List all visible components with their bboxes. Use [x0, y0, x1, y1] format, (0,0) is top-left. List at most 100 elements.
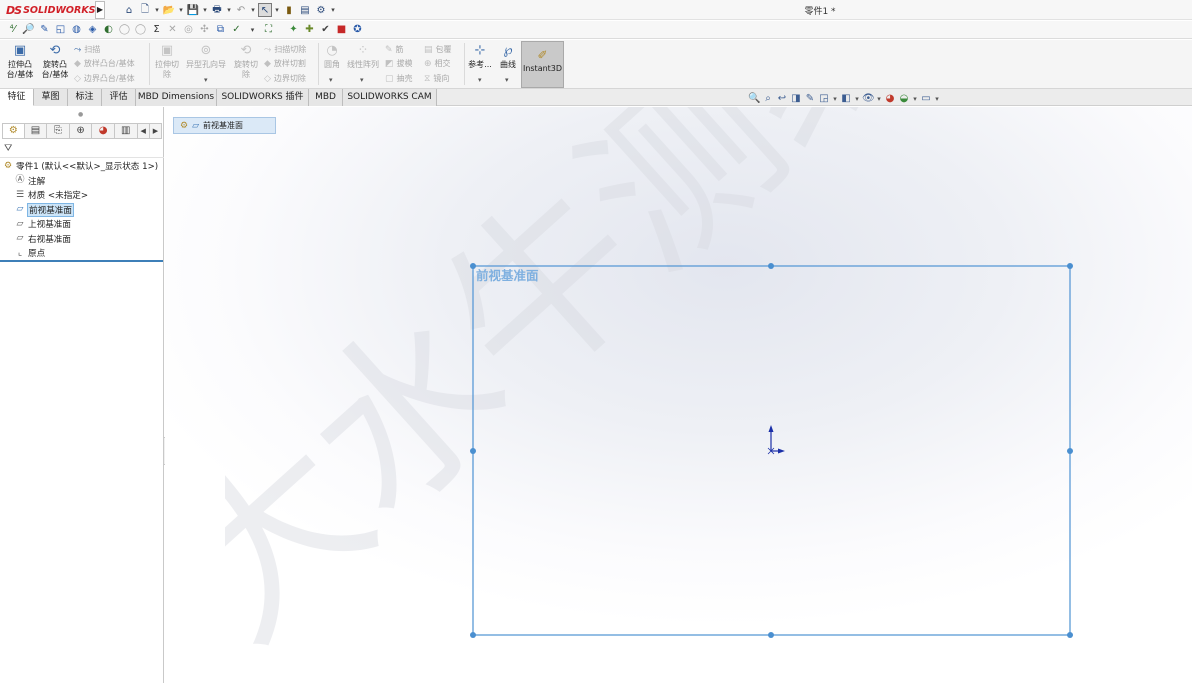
- draft-button[interactable]: ◩ 拔模: [385, 57, 413, 70]
- menu-expand-arrow-icon[interactable]: ▶: [95, 1, 105, 19]
- curves-dropdown-icon[interactable]: ▾: [505, 76, 509, 84]
- edit-appearance-icon[interactable]: ◕: [884, 93, 896, 105]
- pattern-dropdown-icon[interactable]: ▾: [360, 76, 364, 84]
- hide-show-dropdown-icon[interactable]: ▾: [876, 93, 882, 105]
- tab-features[interactable]: 特征: [0, 89, 34, 106]
- plane-handle[interactable]: [1067, 632, 1073, 638]
- design-library-icon[interactable]: ✦: [287, 23, 300, 36]
- shell-button[interactable]: ▢ 抽壳: [385, 72, 413, 85]
- options-icon[interactable]: ⚙: [314, 3, 328, 17]
- rib-button[interactable]: ✎ 筋: [385, 43, 404, 56]
- section-icon[interactable]: ◯: [134, 23, 147, 36]
- view-orientation-dropdown-icon[interactable]: ▾: [832, 93, 838, 105]
- appearance-icon[interactable]: ◐: [102, 23, 115, 36]
- plane-handle[interactable]: [1067, 263, 1073, 269]
- options-dropdown-icon[interactable]: ▾: [330, 3, 336, 17]
- home-icon[interactable]: ⌂: [122, 3, 136, 17]
- previous-view-icon[interactable]: ↩: [776, 93, 788, 105]
- smart-dimension-icon[interactable]: ⁴⁄: [6, 23, 19, 36]
- reference-dropdown-icon[interactable]: ▾: [478, 76, 482, 84]
- apply-scene-icon[interactable]: ◒: [898, 93, 910, 105]
- plane-handle[interactable]: [768, 632, 774, 638]
- print-dropdown-icon[interactable]: ▾: [226, 3, 232, 17]
- tool-icon-4[interactable]: ⧉: [214, 23, 227, 36]
- tab-solidworks-addins[interactable]: SOLIDWORKS 插件: [217, 89, 309, 106]
- view-icon[interactable]: ◱: [54, 23, 67, 36]
- new-dropdown-icon[interactable]: ▾: [154, 3, 160, 17]
- globe-icon[interactable]: ◍: [70, 23, 83, 36]
- mass-icon[interactable]: ◯: [118, 23, 131, 36]
- revolve-boss-button[interactable]: ⟲ 旋转凸 台/基体: [40, 42, 70, 87]
- sum-icon[interactable]: Σ: [150, 23, 163, 36]
- sketch-icon[interactable]: ✎: [38, 23, 51, 36]
- plane-handle[interactable]: [470, 263, 476, 269]
- toolbox-icon[interactable]: ✚: [303, 23, 316, 36]
- undo-dropdown-icon[interactable]: ▾: [250, 3, 256, 17]
- mirror-button[interactable]: ⧖ 镜向: [424, 72, 449, 85]
- instant3d-button[interactable]: ✐ Instant3D: [521, 41, 564, 88]
- tree-item-origin[interactable]: ⌞ 原点: [2, 246, 162, 261]
- fillet-dropdown-icon[interactable]: ▾: [329, 76, 333, 84]
- check-icon[interactable]: ✔: [319, 23, 332, 36]
- display-style-icon[interactable]: ◧: [840, 93, 852, 105]
- graphics-area[interactable]: 大水牛测绘 ⚙ ▱ 前视基准面 前视基准面: [165, 107, 1192, 683]
- undo-icon[interactable]: ↶: [234, 3, 248, 17]
- check-sheet-icon[interactable]: ⛶: [262, 23, 275, 36]
- new-document-icon[interactable]: 🗋: [138, 3, 152, 17]
- panel-grip-icon[interactable]: ●: [78, 111, 83, 118]
- view-settings-dropdown-icon[interactable]: ▾: [934, 93, 940, 105]
- tab-evaluate[interactable]: 评估: [102, 89, 136, 106]
- help-icon[interactable]: ✪: [351, 23, 364, 36]
- tree-item-top-plane[interactable]: ▱ 上视基准面: [2, 217, 162, 232]
- wrap-button[interactable]: ▤ 包覆: [424, 43, 452, 56]
- measure-icon[interactable]: ◈: [86, 23, 99, 36]
- sweep-button[interactable]: ⤳ 扫描: [74, 43, 100, 56]
- save-dropdown-icon[interactable]: ▾: [202, 3, 208, 17]
- dynamic-annotation-icon[interactable]: ✎: [804, 93, 816, 105]
- configuration-manager-tab-icon[interactable]: ⎘: [47, 123, 70, 139]
- plane-handle[interactable]: [768, 263, 774, 269]
- property-manager-tab-icon[interactable]: ▤: [24, 123, 48, 139]
- plane-handle[interactable]: [470, 448, 476, 454]
- rebuild-icon[interactable]: ▮: [282, 3, 296, 17]
- print-icon[interactable]: 🖶: [210, 3, 224, 17]
- view-orientation-icon[interactable]: ◲: [818, 93, 830, 105]
- view-settings-icon[interactable]: ▭: [920, 93, 932, 105]
- zoom-to-area-icon[interactable]: ⌕: [762, 93, 774, 105]
- tab-markup[interactable]: 标注: [68, 89, 102, 106]
- tool-icon-3[interactable]: ✣: [198, 23, 211, 36]
- hide-show-items-icon[interactable]: 👁: [862, 93, 875, 105]
- tab-solidworks-cam[interactable]: SOLIDWORKS CAM: [343, 89, 437, 106]
- tab-mbd[interactable]: MBD: [309, 89, 343, 106]
- tab-sketch[interactable]: 草图: [34, 89, 68, 106]
- solidworks-logo[interactable]: DS SOLIDWORKS: [6, 1, 96, 19]
- extrude-cut-button[interactable]: ▣ 拉伸切 除: [152, 42, 182, 87]
- tree-item-right-plane[interactable]: ▱ 右视基准面: [2, 232, 162, 247]
- open-icon[interactable]: 📂: [162, 3, 176, 17]
- plane-handle[interactable]: [1067, 448, 1073, 454]
- section-view-icon[interactable]: ◨: [790, 93, 802, 105]
- intersect-button[interactable]: ⊕ 相交: [424, 57, 451, 70]
- lofted-cut-button[interactable]: ◆ 放样切割: [264, 57, 306, 70]
- tool-icon-5[interactable]: ✓: [230, 23, 243, 36]
- save-icon[interactable]: 💾: [186, 3, 200, 17]
- open-dropdown-icon[interactable]: ▾: [178, 3, 184, 17]
- tree-item-annotations[interactable]: Ⓐ 注解: [2, 174, 162, 189]
- tree-item-front-plane[interactable]: ▱ 前视基准面: [2, 202, 162, 218]
- boundary-boss-button[interactable]: ◇ 边界凸台/基体: [74, 72, 135, 85]
- cam-tab-icon[interactable]: ▥: [114, 123, 138, 139]
- tab-scroll-left-icon[interactable]: ◀: [137, 123, 150, 139]
- file-properties-icon[interactable]: ▤: [298, 3, 312, 17]
- select-dropdown-icon[interactable]: ▾: [274, 3, 280, 17]
- zoom-icon[interactable]: 🔎: [22, 23, 35, 36]
- scene-dropdown-icon[interactable]: ▾: [912, 93, 918, 105]
- revolve-cut-button[interactable]: ⟲ 旋转切 除: [231, 42, 261, 87]
- extrude-boss-button[interactable]: ▣ 拉伸凸 台/基体: [5, 42, 35, 87]
- zoom-to-fit-icon[interactable]: 🔍: [748, 93, 760, 105]
- hole-wizard-dropdown-icon[interactable]: ▾: [204, 76, 208, 84]
- boundary-cut-button[interactable]: ◇ 边界切除: [264, 72, 306, 85]
- tool-dropdown-icon[interactable]: ▾: [246, 23, 259, 36]
- tool-icon-2[interactable]: ◎: [182, 23, 195, 36]
- stop-icon[interactable]: ■: [335, 23, 348, 36]
- display-style-dropdown-icon[interactable]: ▾: [854, 93, 860, 105]
